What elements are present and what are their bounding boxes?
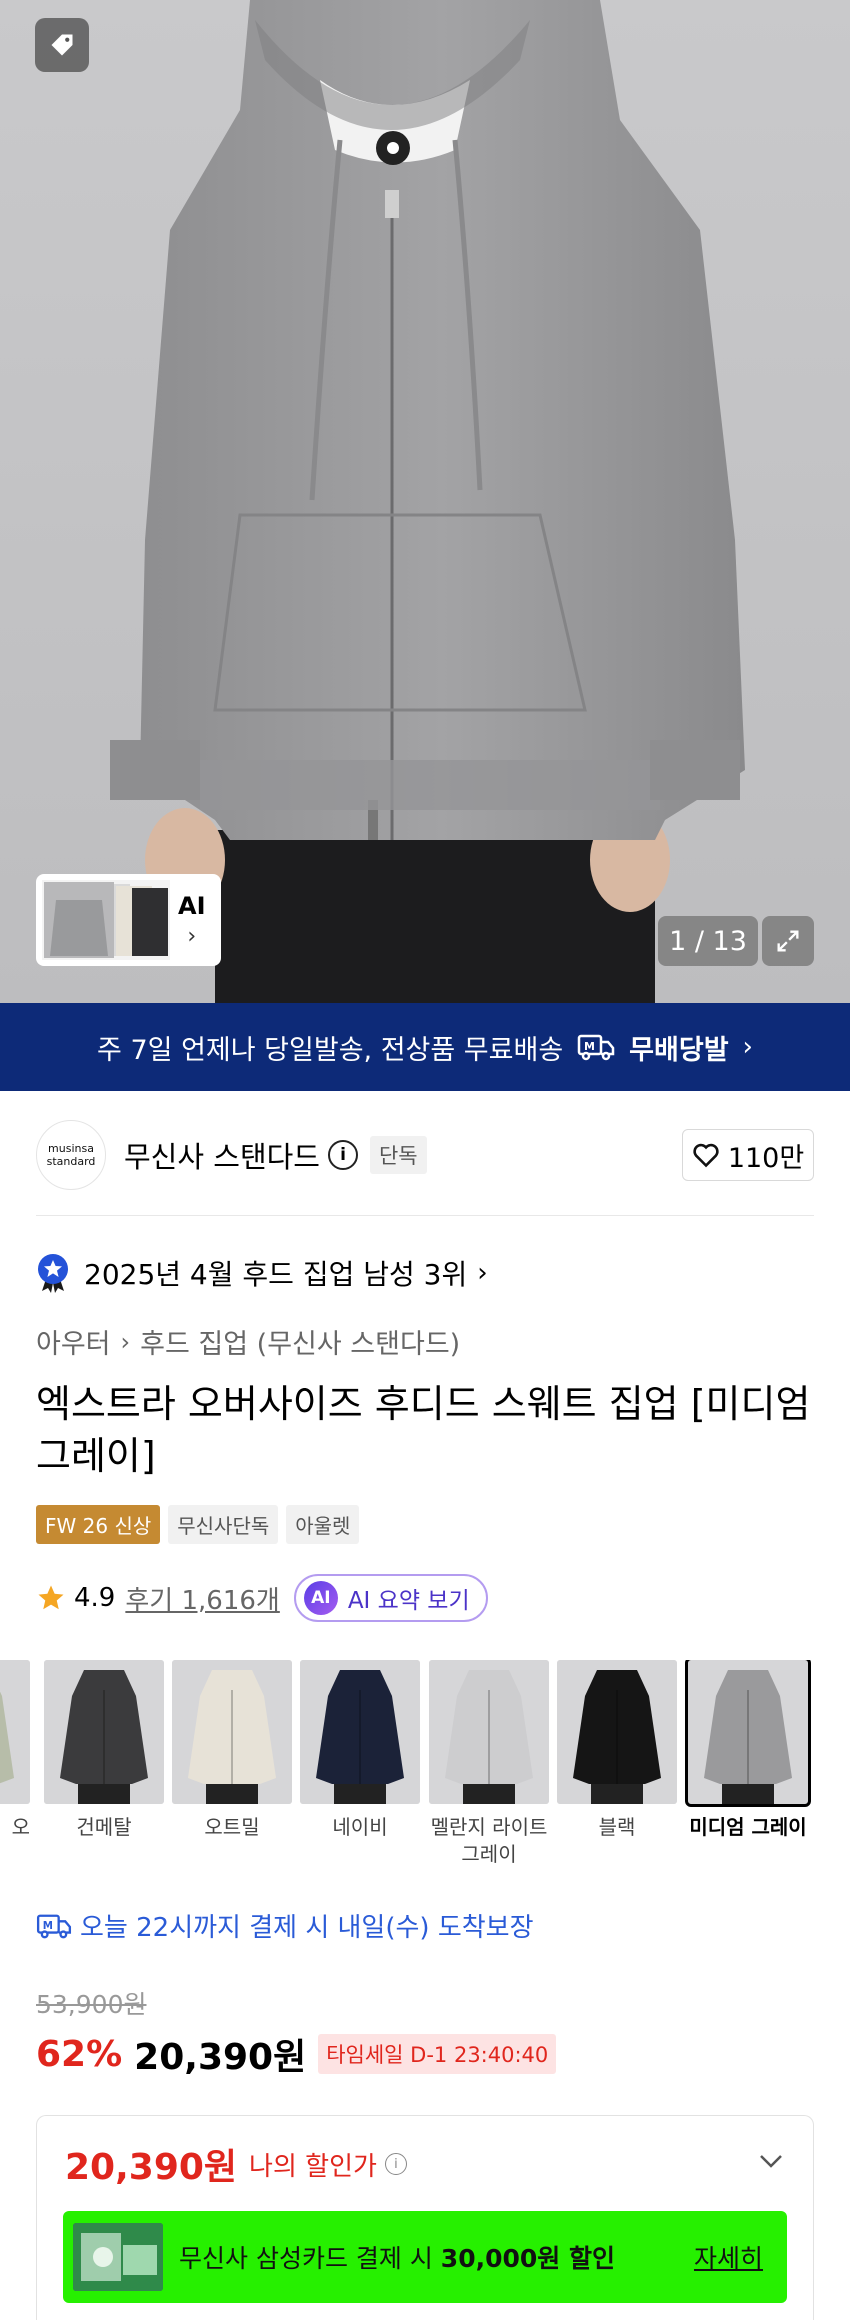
chevron-right-icon: › [120, 1327, 131, 1356]
hoodie-swatch-graphic [557, 1660, 677, 1804]
exclusive-badge: 단독 [369, 1136, 427, 1174]
color-label: 블랙 [598, 1815, 636, 1839]
color-options: 오 건메탈 오트밀 네이비 멜란지 라이트 그레이 블랙 미디엄 그레이 [0, 1660, 850, 1880]
delivery-guarantee[interactable]: M 오늘 22시까지 결제 시 내일(수) 도착보장 [36, 1907, 534, 1944]
breadcrumb: 아우터 › 후드 집업 (무신사 스탠다드) [36, 1322, 460, 1361]
card-image [73, 2223, 163, 2291]
delivery-text: 오늘 22시까지 결제 시 내일(수) 도착보장 [80, 1913, 534, 1943]
like-count: 110만 [727, 1142, 805, 1174]
exclusive-tag: 무신사단독 [168, 1505, 279, 1544]
review-count-link[interactable]: 후기 1,616개 [125, 1580, 279, 1617]
color-option[interactable]: 멜란지 라이트 그레이 [429, 1660, 549, 1868]
brand-name[interactable]: 무신사 스탠다드 [124, 1134, 320, 1176]
rating-score: 4.9 [74, 1583, 116, 1613]
heart-icon [693, 1143, 719, 1168]
ai-summary-button[interactable]: AI AI 요약 보기 [293, 1574, 488, 1622]
fullscreen-button[interactable] [762, 916, 814, 966]
divider [36, 1215, 814, 1216]
color-label: 오 [11, 1815, 30, 1839]
star-icon [38, 1585, 64, 1610]
color-swatch-image [172, 1660, 292, 1804]
ai-label: AI [178, 891, 206, 920]
free-shipping-banner[interactable]: 주 7일 언제나 당일발송, 전상품 무료배송 M 무배당발 › [0, 1003, 850, 1091]
expand-icon [777, 930, 799, 952]
timesale-badge: 타임세일 D-1 23:40:40 [318, 2034, 557, 2074]
card-discount-banner[interactable]: 무신사 삼성카드 결제 시 30,000원 할인 자세히 [63, 2211, 787, 2303]
price-tag-button[interactable] [35, 18, 89, 72]
color-swatch-image [300, 1660, 420, 1804]
chevron-right-icon: › [477, 1258, 488, 1288]
hoodie-swatch-graphic [0, 1660, 30, 1804]
color-swatch-image [685, 1660, 811, 1807]
chevron-right-icon: › [742, 1032, 753, 1062]
color-option[interactable]: 오트밀 [172, 1660, 292, 1841]
chevron-down-icon[interactable] [757, 2152, 785, 2170]
original-price: 53,900원 [36, 1990, 147, 2019]
ai-summary-label: AI 요약 보기 [347, 1588, 470, 1614]
new-season-tag: FW 26 신상 [36, 1505, 161, 1544]
color-option[interactable]: 오 [0, 1660, 30, 1841]
product-photo [0, 0, 850, 1003]
color-label: 멜란지 라이트 그레이 [430, 1815, 548, 1866]
hoodie-swatch-graphic [429, 1660, 549, 1804]
info-icon[interactable]: i [384, 2153, 407, 2175]
info-icon[interactable]: i [327, 1140, 358, 1170]
ranking-link[interactable]: 2025년 4월 후드 집업 남성 3위 › [36, 1250, 488, 1296]
ai-thumbnail-images [42, 880, 170, 960]
hoodie-swatch-graphic [688, 1660, 808, 1804]
svg-text:M: M [43, 1919, 53, 1931]
product-title: 엑스트라 오버사이즈 후디드 스웨트 집업 [미디엄 그레이] [36, 1382, 811, 1478]
truck-icon: M [36, 1914, 72, 1938]
color-swatch-image [44, 1660, 164, 1804]
color-label: 네이비 [332, 1815, 388, 1839]
banner-text: 주 7일 언제나 당일발송, 전상품 무료배송 [97, 1034, 564, 1066]
color-option[interactable]: 건메탈 [44, 1660, 164, 1841]
discount-rate: 62% [36, 2033, 123, 2075]
breadcrumb-subcategory[interactable]: 후드 집업 (무신사 스탠다드) [140, 1322, 460, 1361]
brand-logo[interactable]: musinsa standard [36, 1120, 106, 1190]
color-label: 건메탈 [76, 1815, 132, 1839]
hoodie-swatch-graphic [300, 1660, 420, 1804]
my-discount-box[interactable]: 20,390원 나의 할인가 i 무신사 삼성카드 결제 시 30,000원 할… [36, 2115, 814, 2320]
color-option[interactable]: 블랙 [557, 1660, 677, 1841]
chevron-right-icon: › [187, 923, 197, 949]
outlet-tag: 아울렛 [286, 1505, 360, 1544]
color-swatch-image [0, 1660, 30, 1804]
tag-icon [51, 34, 73, 56]
color-swatch-image [429, 1660, 549, 1804]
rank-medal-icon [38, 1254, 68, 1293]
color-option[interactable]: 네이비 [300, 1660, 420, 1841]
sale-price: 20,390원 [134, 2037, 307, 2078]
brand-row: musinsa standard 무신사 스탠다드 i 단독 110만 [36, 1118, 814, 1192]
color-label: 오트밀 [204, 1815, 260, 1839]
rating-row: 4.9 후기 1,616개 AI AI 요약 보기 [36, 1574, 488, 1622]
color-swatch-image [557, 1660, 677, 1804]
card-details-link[interactable]: 자세히 [694, 2239, 763, 2275]
price-row: 62% 20,390원 타임세일 D-1 23:40:40 [36, 2028, 557, 2080]
truck-icon: M [577, 1034, 615, 1061]
card-discount-text: 무신사 삼성카드 결제 시 30,000원 할인 [179, 2244, 615, 2273]
product-tags: FW 26 신상 무신사단독 아울렛 [36, 1505, 367, 1544]
hoodie-swatch-graphic [44, 1660, 164, 1804]
svg-text:M: M [584, 1040, 595, 1053]
free-shipping-label: 무배당발 [629, 1034, 729, 1066]
color-option-selected[interactable]: 미디엄 그레이 [685, 1660, 811, 1841]
my-discount-label: 나의 할인가 [249, 2151, 377, 2182]
ranking-text: 2025년 4월 후드 집업 남성 3위 [84, 1258, 468, 1291]
ai-styling-thumbnail[interactable]: AI › [36, 874, 221, 966]
like-button[interactable]: 110만 [682, 1129, 814, 1181]
ai-icon: AI [303, 1581, 338, 1615]
color-label: 미디엄 그레이 [689, 1815, 807, 1839]
hoodie-swatch-graphic [172, 1660, 292, 1804]
product-image-gallery[interactable]: AI › 1 / 13 [0, 0, 850, 1003]
my-discount-price: 20,390원 [65, 2147, 238, 2188]
breadcrumb-category[interactable]: 아우터 [36, 1322, 111, 1361]
image-counter: 1 / 13 [658, 916, 758, 966]
